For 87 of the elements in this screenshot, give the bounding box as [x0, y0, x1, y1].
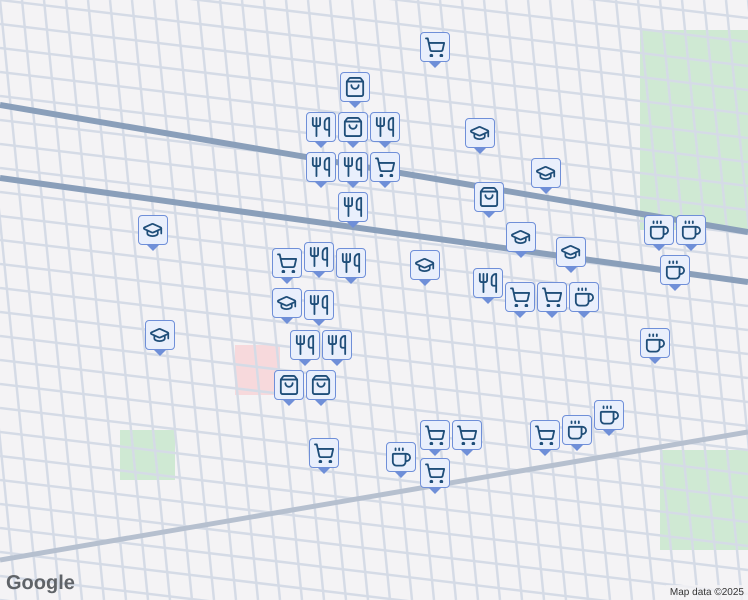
map-marker[interactable]: [410, 250, 440, 286]
map-marker[interactable]: [531, 158, 561, 194]
map-marker[interactable]: [338, 192, 368, 228]
map-marker[interactable]: [304, 242, 334, 278]
map-marker[interactable]: [473, 268, 503, 304]
fork-knife-icon: [343, 197, 363, 217]
map-marker[interactable]: [138, 215, 168, 251]
shopping-cart-icon: [314, 443, 334, 463]
graduation-cap-icon: [536, 163, 556, 183]
fork-knife-icon: [327, 335, 347, 355]
map-marker[interactable]: [386, 442, 416, 478]
map-marker[interactable]: [322, 330, 352, 366]
map-marker[interactable]: [304, 290, 334, 326]
shopping-bag-icon: [345, 77, 365, 97]
map-marker[interactable]: [370, 152, 400, 188]
map-marker[interactable]: [145, 320, 175, 356]
shopping-bag-icon: [279, 375, 299, 395]
map-marker[interactable]: [272, 248, 302, 284]
graduation-cap-icon: [561, 242, 581, 262]
map-attribution: Map data ©2025: [666, 585, 748, 600]
map-marker[interactable]: [537, 282, 567, 318]
fork-knife-icon: [478, 273, 498, 293]
map-marker[interactable]: [420, 458, 450, 494]
fork-knife-icon: [341, 253, 361, 273]
map-marker[interactable]: [562, 415, 592, 451]
shopping-cart-icon: [425, 37, 445, 57]
map-marker[interactable]: [274, 370, 304, 406]
map-marker[interactable]: [569, 282, 599, 318]
map-marker[interactable]: [338, 112, 368, 148]
map-marker[interactable]: [338, 152, 368, 188]
graduation-cap-icon: [150, 325, 170, 345]
map-marker[interactable]: [290, 330, 320, 366]
shopping-bag-icon: [311, 375, 331, 395]
graduation-cap-icon: [470, 123, 490, 143]
graduation-cap-icon: [143, 220, 163, 240]
fork-knife-icon: [295, 335, 315, 355]
graduation-cap-icon: [511, 227, 531, 247]
coffee-cup-icon: [649, 220, 669, 240]
shopping-cart-icon: [425, 425, 445, 445]
fork-knife-icon: [309, 295, 329, 315]
map-marker[interactable]: [370, 112, 400, 148]
map-marker[interactable]: [420, 420, 450, 456]
map-marker[interactable]: [640, 328, 670, 364]
map-marker[interactable]: [474, 182, 504, 218]
shopping-cart-icon: [375, 157, 395, 177]
shopping-cart-icon: [277, 253, 297, 273]
map-marker[interactable]: [306, 152, 336, 188]
graduation-cap-icon: [277, 293, 297, 313]
shopping-cart-icon: [542, 287, 562, 307]
shopping-cart-icon: [535, 425, 555, 445]
shopping-cart-icon: [425, 463, 445, 483]
coffee-cup-icon: [391, 447, 411, 467]
coffee-cup-icon: [645, 333, 665, 353]
shopping-bag-icon: [343, 117, 363, 137]
shopping-cart-icon: [510, 287, 530, 307]
map-marker[interactable]: [505, 282, 535, 318]
fork-knife-icon: [375, 117, 395, 137]
coffee-cup-icon: [567, 420, 587, 440]
map-marker[interactable]: [309, 438, 339, 474]
map-marker[interactable]: [506, 222, 536, 258]
map-marker[interactable]: [530, 420, 560, 456]
map-marker[interactable]: [644, 215, 674, 251]
map-marker[interactable]: [676, 215, 706, 251]
fork-knife-icon: [311, 157, 331, 177]
map-marker[interactable]: [336, 248, 366, 284]
shopping-cart-icon: [457, 425, 477, 445]
map-marker[interactable]: [465, 118, 495, 154]
map-marker[interactable]: [420, 32, 450, 68]
fork-knife-icon: [343, 157, 363, 177]
graduation-cap-icon: [415, 255, 435, 275]
map-marker[interactable]: [556, 237, 586, 273]
google-logo: Google: [6, 571, 75, 596]
map-marker[interactable]: [452, 420, 482, 456]
fork-knife-icon: [309, 247, 329, 267]
coffee-cup-icon: [599, 405, 619, 425]
coffee-cup-icon: [574, 287, 594, 307]
map-marker[interactable]: [340, 72, 370, 108]
coffee-cup-icon: [665, 260, 685, 280]
map-marker[interactable]: [594, 400, 624, 436]
coffee-cup-icon: [681, 220, 701, 240]
shopping-bag-icon: [479, 187, 499, 207]
map-marker[interactable]: [660, 255, 690, 291]
map-marker[interactable]: [306, 112, 336, 148]
map-marker[interactable]: [272, 288, 302, 324]
map-view[interactable]: Google Map data ©2025: [0, 0, 748, 600]
fork-knife-icon: [311, 117, 331, 137]
map-marker[interactable]: [306, 370, 336, 406]
